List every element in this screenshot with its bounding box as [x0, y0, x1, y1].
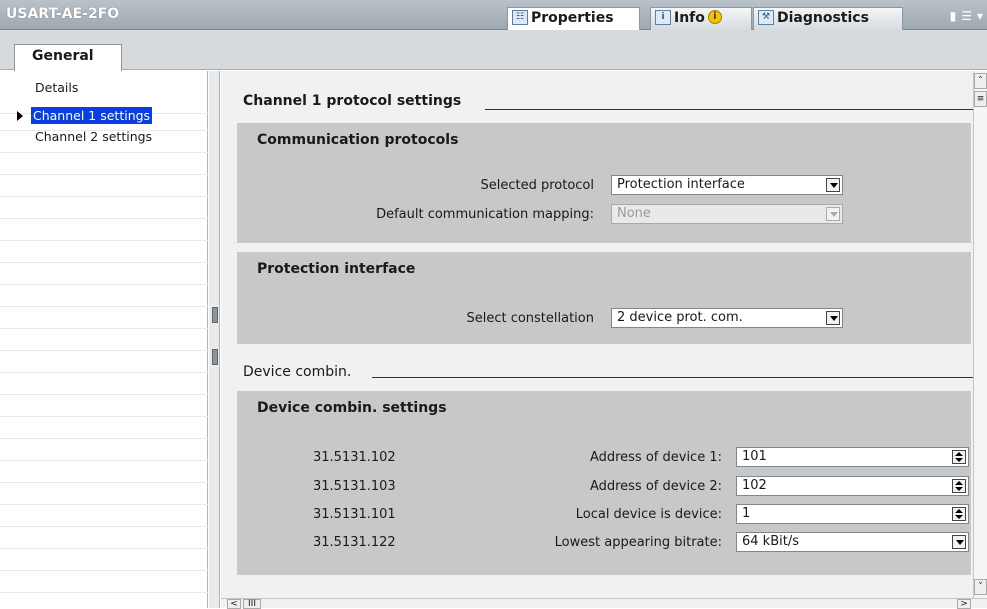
info-badge-icon: i: [707, 10, 722, 24]
default-mapping-dropdown: None: [611, 204, 843, 224]
main-content: Channel 1 protocol settings Communicatio…: [221, 71, 987, 598]
constellation-value: 2 device prot. com.: [617, 310, 743, 325]
constellation-dropdown[interactable]: 2 device prot. com.: [611, 308, 843, 328]
heading-divider: [485, 109, 973, 110]
device-2-label: Address of device 2:: [589, 479, 722, 494]
local-device-spinner[interactable]: 1: [736, 504, 969, 524]
default-mapping-value: None: [617, 206, 651, 221]
scroll-up-icon[interactable]: ˄: [974, 73, 987, 89]
device-combin-divider: [372, 377, 973, 378]
menu-icon[interactable]: ☰: [961, 9, 972, 23]
restore-icon[interactable]: ▮: [950, 9, 957, 23]
tab-properties[interactable]: ☷ Properties: [507, 7, 640, 31]
tab-diagnostics[interactable]: ⚒ Diagnostics: [753, 7, 903, 30]
tab-diagnostics-label: Diagnostics: [777, 10, 869, 26]
spinner-arrows-icon[interactable]: [952, 507, 966, 521]
window-title: USART-AE-2FO: [6, 6, 120, 22]
sidebar-item-channel-1-settings[interactable]: Channel 1 settings: [31, 107, 153, 124]
dropdown-icon[interactable]: ▾: [977, 9, 983, 23]
tab-row: General: [0, 30, 987, 71]
device-combin-heading: Device combin.: [243, 364, 352, 380]
title-bar: USART-AE-2FO ☷ Properties i Info i ⚒ Dia…: [0, 0, 987, 31]
protection-interface-panel: Protection interface Select constellatio…: [237, 252, 971, 344]
horizontal-scrollbar[interactable]: < III >: [221, 598, 987, 609]
communication-protocols-panel: Communication protocols Selected protoco…: [237, 123, 971, 243]
device-1-label: Address of device 1:: [589, 450, 722, 465]
device-1-value: 101: [742, 449, 767, 464]
spinner-arrows-icon[interactable]: [952, 450, 966, 464]
collapse-left-icon[interactable]: [212, 307, 218, 323]
chevron-down-icon[interactable]: [826, 178, 840, 192]
tab-info[interactable]: i Info i: [650, 7, 752, 30]
chevron-down-icon: [826, 207, 840, 221]
protection-interface-title: Protection interface: [257, 261, 416, 277]
device-1-spinner[interactable]: 101: [736, 447, 969, 467]
bitrate-label: Lowest appearing bitrate:: [554, 535, 722, 550]
device-combin-settings-title: Device combin. settings: [257, 400, 447, 416]
expand-right-icon[interactable]: [212, 349, 218, 365]
window-controls: ▮ ☰ ▾: [950, 9, 983, 23]
scroll-down-icon[interactable]: ˅: [974, 579, 987, 595]
chevron-down-icon[interactable]: [952, 535, 966, 549]
device-2-value: 102: [742, 478, 767, 493]
expand-arrow-icon[interactable]: [17, 111, 23, 121]
selected-protocol-value: Protection interface: [617, 177, 745, 192]
device-combin-settings-panel: Device combin. settings 31.5131.102 Addr…: [237, 391, 971, 575]
selected-protocol-dropdown[interactable]: Protection interface: [611, 175, 843, 195]
tab-general[interactable]: General: [14, 44, 122, 71]
device-2-spinner[interactable]: 102: [736, 476, 969, 496]
splitter[interactable]: [209, 71, 220, 608]
local-device-code: 31.5131.101: [313, 507, 396, 522]
communication-protocols-title: Communication protocols: [257, 132, 459, 148]
sidebar-nav: Details Channel 1 settings Channel 2 set…: [0, 71, 208, 608]
scroll-thumb[interactable]: ≡: [974, 91, 987, 107]
local-device-label: Local device is device:: [575, 507, 722, 522]
info-icon: i: [655, 10, 671, 25]
sidebar-item-channel-2-settings[interactable]: Channel 2 settings: [33, 128, 154, 145]
spinner-arrows-icon[interactable]: [952, 479, 966, 493]
chevron-down-icon[interactable]: [826, 311, 840, 325]
diagnostics-icon: ⚒: [758, 10, 774, 25]
constellation-label: Select constellation: [466, 311, 594, 326]
sidebar-item-details[interactable]: Details: [33, 79, 80, 96]
tab-properties-label: Properties: [531, 10, 614, 26]
properties-icon: ☷: [512, 10, 528, 25]
bitrate-dropdown[interactable]: 64 kBit/s: [736, 532, 969, 552]
vertical-scrollbar[interactable]: ˄ ≡ ˅: [973, 71, 987, 598]
device-2-code: 31.5131.103: [313, 479, 396, 494]
selected-protocol-label: Selected protocol: [480, 178, 594, 193]
tab-info-label: Info: [674, 10, 705, 26]
bitrate-code: 31.5131.122: [313, 535, 396, 550]
device-1-code: 31.5131.102: [313, 450, 396, 465]
default-mapping-label: Default communication mapping:: [376, 207, 594, 222]
local-device-value: 1: [742, 506, 751, 521]
bitrate-value: 64 kBit/s: [742, 534, 799, 549]
channel-heading: Channel 1 protocol settings: [243, 93, 462, 109]
